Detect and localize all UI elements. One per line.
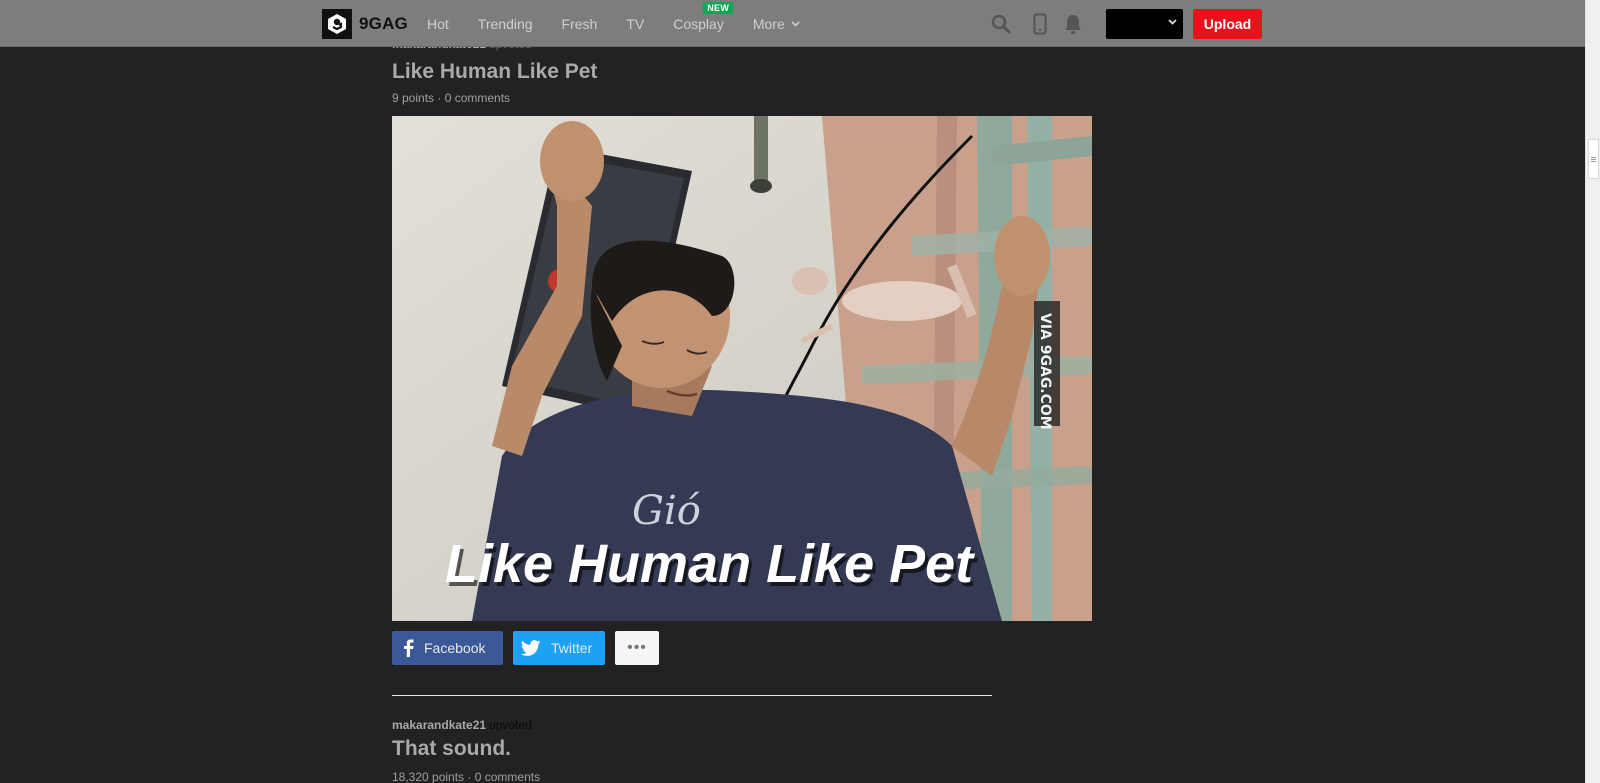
chevron-down-icon [1168,19,1177,25]
facebook-share-label: Facebook [424,640,486,656]
nav-cosplay-label: Cosplay [673,15,724,32]
account-menu[interactable] [1106,9,1183,39]
mobile-icon[interactable] [1029,13,1051,35]
twitter-icon [521,639,541,656]
nav-cosplay[interactable]: Cosplay NEW [673,1,734,32]
bell-icon[interactable] [1062,13,1084,35]
post-meta: makarandkate21upvoted [392,718,532,732]
twitter-share-button[interactable]: Twitter [513,631,605,665]
svg-text:VIA 9GAG.COM: VIA 9GAG.COM [1037,313,1053,430]
twitter-share-label: Twitter [551,640,593,656]
nav-fresh[interactable]: Fresh [562,16,598,32]
post-action: upvoted [489,718,532,732]
scrollbar[interactable] [1585,0,1600,783]
scrollbar-thumb[interactable] [1588,139,1599,179]
facebook-share-button[interactable]: Facebook [392,631,503,665]
share-row: Facebook Twitter ••• [392,631,669,665]
post-stats: 18,320 points · 0 comments [392,770,541,783]
more-share-button[interactable]: ••• [615,631,659,665]
post-comments[interactable]: 0 comments [445,91,510,105]
grip-icon [1591,157,1596,158]
via-9gag-watermark: VIA 9GAG.COM [1034,301,1060,430]
search-icon[interactable] [990,13,1012,35]
main-nav: Hot Trending Fresh TV Cosplay NEW More [427,0,829,47]
logo[interactable]: 9GAG [322,9,408,39]
nav-more-label: More [752,15,785,32]
post-divider [392,695,992,696]
post-points[interactable]: 9 points [392,91,434,105]
top-navigation-bar: 9GAG Hot Trending Fresh TV Cosplay NEW M… [0,0,1585,47]
post-points[interactable]: 18,320 points [392,770,464,783]
post-username[interactable]: makarandkate21 [392,718,486,732]
nav-hot[interactable]: Hot [427,16,449,32]
post-image[interactable]: Gió VIA 9GAG.COM Like Human Like Pet Lik… [392,116,1092,621]
post-title[interactable]: Like Human Like Pet [392,60,597,84]
upload-button[interactable]: Upload [1193,9,1262,39]
post-title[interactable]: That sound. [392,737,511,761]
svg-text:Gió: Gió [632,488,701,534]
facebook-icon [404,639,414,657]
nav-tv[interactable]: TV [626,16,644,32]
post-stats: 9 points · 0 comments [392,91,511,105]
9gag-logo-icon [322,9,352,39]
nav-trending[interactable]: Trending [478,16,533,32]
image-caption: Like Human Like Pet [445,534,975,594]
new-badge: NEW [703,1,734,14]
logo-text: 9GAG [359,14,408,33]
chevron-down-icon [791,20,800,27]
post-comments[interactable]: 0 comments [475,770,540,783]
nav-more[interactable]: More [753,16,800,32]
